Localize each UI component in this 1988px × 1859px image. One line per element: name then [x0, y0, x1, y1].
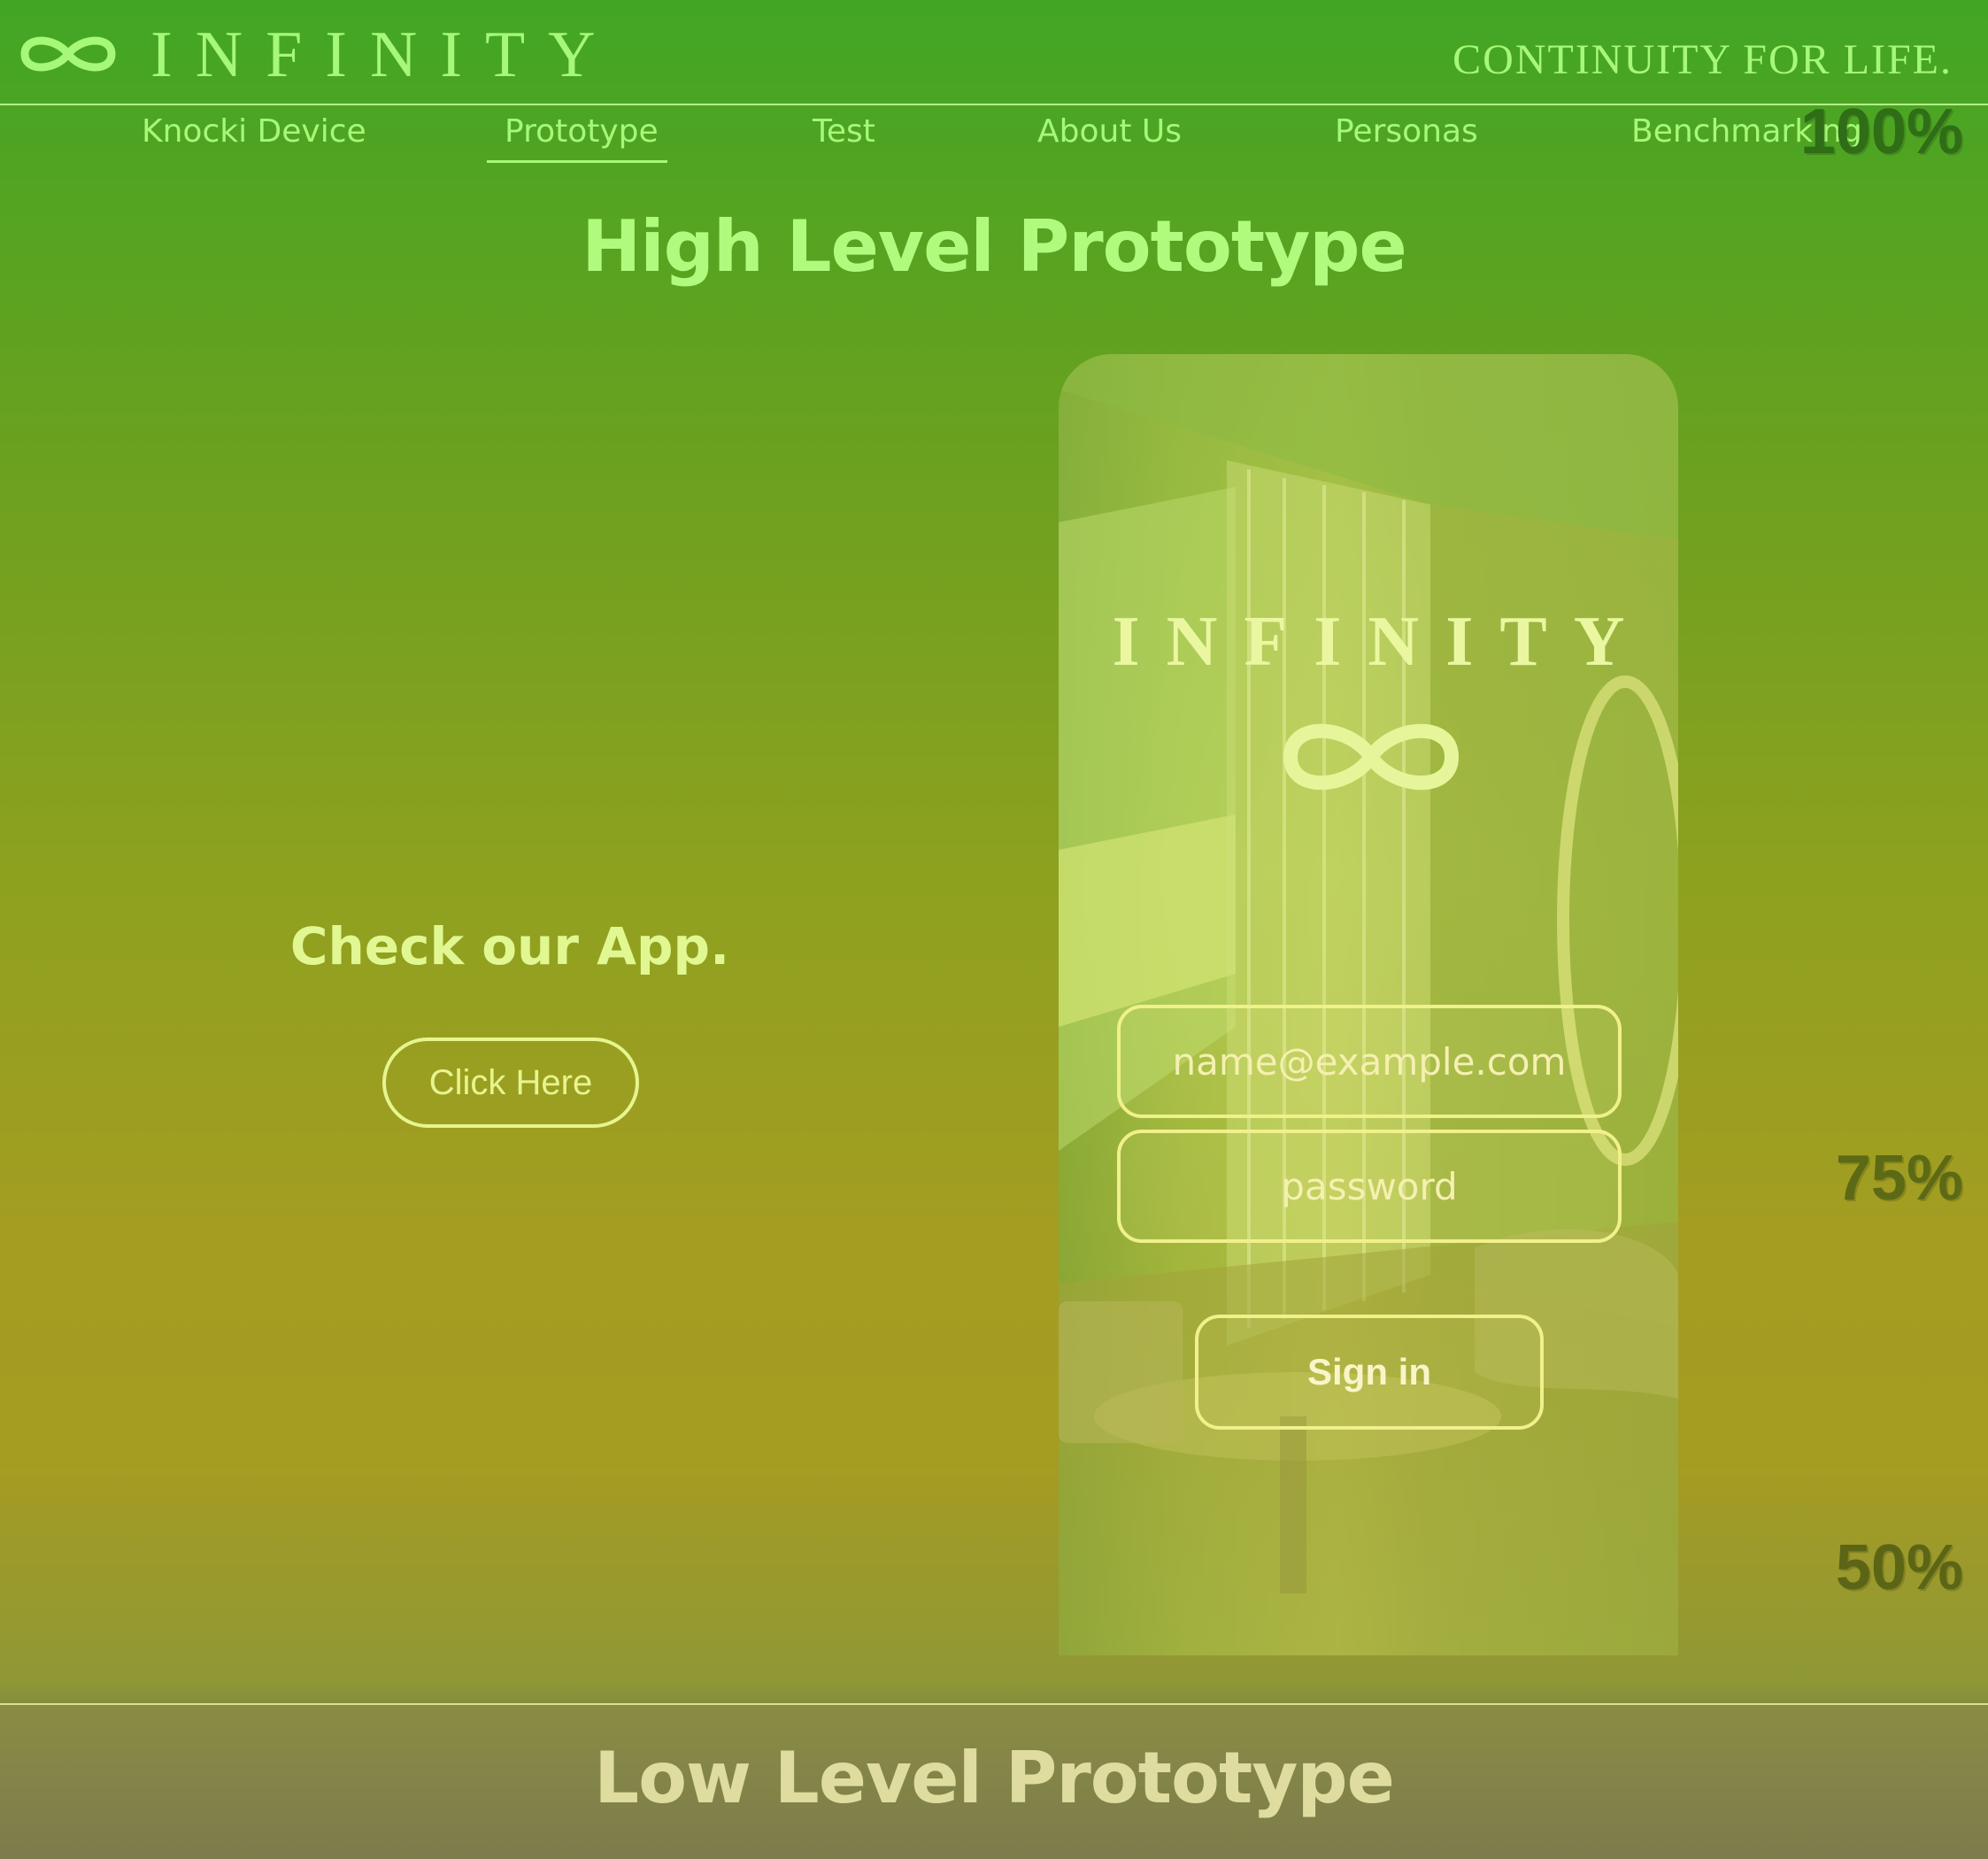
nav-active-underline: [487, 160, 667, 163]
page-title: High Level Prototype: [582, 205, 1407, 288]
email-field[interactable]: name@example.com: [1117, 1005, 1622, 1118]
cta-heading: Check our App.: [289, 916, 730, 976]
section-title-low-level: Low Level Prototype: [594, 1737, 1395, 1819]
nav-item-about-us[interactable]: About Us: [1037, 113, 1182, 150]
brand-tagline: CONTINUITY FOR LIFE.: [1452, 36, 1953, 83]
app-prototype-mockup: INFINITY name@example.com password Sign …: [1059, 354, 1678, 1655]
password-placeholder: password: [1281, 1164, 1458, 1208]
app-infinity-icon: [1283, 723, 1459, 791]
percent-label-middle: 75%: [1835, 1143, 1963, 1214]
sign-in-button[interactable]: Sign in: [1195, 1315, 1544, 1430]
nav-item-prototype[interactable]: Prototype: [505, 113, 659, 150]
nav-item-knocki-device[interactable]: Knocki Device: [142, 113, 366, 150]
email-placeholder: name@example.com: [1172, 1039, 1567, 1084]
app-brand-text: INFINITY: [1112, 603, 1652, 681]
nav-item-personas[interactable]: Personas: [1335, 113, 1478, 150]
password-field[interactable]: password: [1117, 1130, 1622, 1243]
percent-label-bottom: 50%: [1835, 1532, 1963, 1603]
percent-label-top: 100%: [1799, 96, 1963, 167]
click-here-button[interactable]: Click Here: [382, 1037, 639, 1128]
nav-item-test[interactable]: Test: [813, 113, 875, 150]
site-header: INFINITY CONTINUITY FOR LIFE.: [0, 0, 1988, 104]
brand-logo-text[interactable]: INFINITY: [150, 18, 619, 93]
infinity-icon[interactable]: [16, 27, 120, 81]
header-divider: [0, 104, 1988, 105]
